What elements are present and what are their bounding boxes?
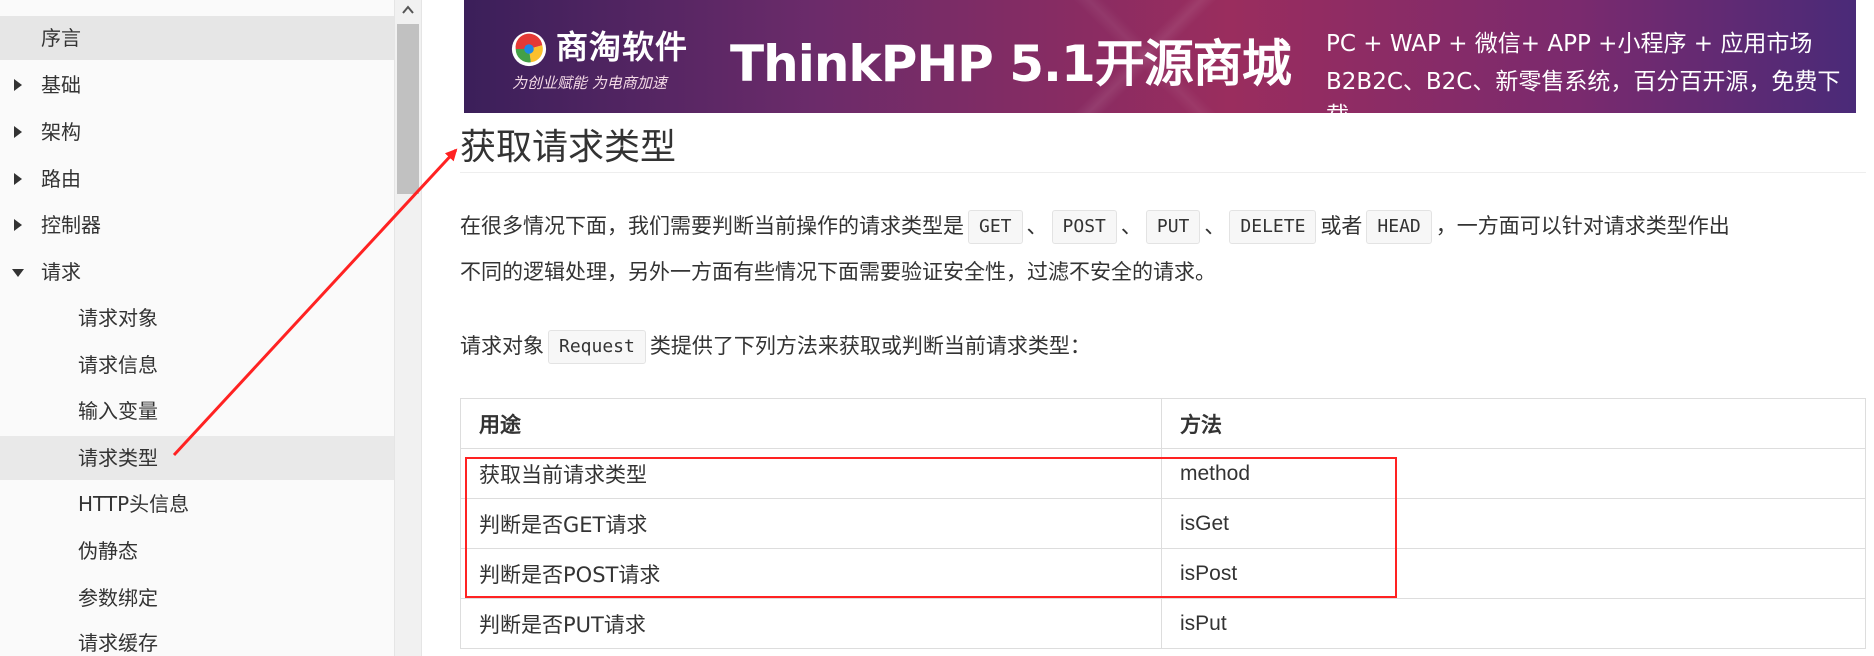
- sidebar-item-http-headers[interactable]: HTTP头信息: [0, 482, 394, 526]
- table-header-method: 方法: [1161, 398, 1866, 449]
- scroll-up-button[interactable]: [395, 0, 421, 22]
- triangle-right-icon[interactable]: [12, 63, 26, 107]
- sidebar-item-preface[interactable]: 序言: [0, 16, 394, 60]
- sidebar-item-label: 输入变量: [78, 399, 158, 423]
- code-get: GET: [968, 210, 1023, 244]
- annotation-highlight-box: [465, 457, 1397, 598]
- sidebar-item-request[interactable]: 请求: [0, 250, 394, 294]
- triangle-right-icon[interactable]: [12, 203, 26, 247]
- title-divider: [460, 172, 1866, 173]
- banner-line-2: B2B2C、B2C、新零售系统，百分百开源，免费下载: [1326, 69, 1841, 113]
- table-cell-method: isPut: [1161, 598, 1866, 649]
- sidebar-item-architecture[interactable]: 架构: [0, 110, 394, 154]
- paragraph-intro-line1: 在很多情况下面，我们需要判断当前操作的请求类型是 GET、 POST、 PUT、 DEL…: [460, 203, 1730, 249]
- text: 、: [1120, 214, 1142, 238]
- sidebar-scrollbar[interactable]: [394, 0, 422, 656]
- sidebar-item-routing[interactable]: 路由: [0, 157, 394, 201]
- sidebar-item-label: 基础: [41, 73, 81, 97]
- page-title: 获取请求类型: [460, 127, 677, 168]
- sidebar-item-label: 参数绑定: [78, 586, 158, 610]
- code-head: HEAD: [1366, 210, 1432, 244]
- paragraph-request-class: 请求对象 Request 类提供了下列方法来获取或判断当前请求类型：: [460, 323, 1091, 369]
- text: 请求对象: [460, 334, 544, 358]
- brand-logo-icon: [511, 31, 547, 67]
- table-row: 判断是否PUT请求 isPut: [460, 598, 1866, 649]
- text: ，一方面可以针对请求类型作出: [1435, 214, 1730, 238]
- table-cell-purpose: 判断是否PUT请求: [460, 598, 1162, 649]
- text: 在很多情况下面，我们需要判断当前操作的请求类型是: [460, 214, 964, 238]
- text: 、: [1026, 214, 1048, 238]
- sidebar-item-request-cache[interactable]: 请求缓存: [0, 621, 394, 656]
- text: 或者: [1320, 214, 1363, 238]
- sidebar-item-label: 伪静态: [78, 539, 138, 563]
- sidebar-item-label: 请求对象: [78, 306, 158, 330]
- sidebar-item-label: 控制器: [41, 213, 101, 237]
- banner-title: ThinkPHP 5.1开源商城: [730, 35, 1292, 93]
- brand-name: 商淘软件: [556, 28, 689, 66]
- sidebar-item-controller[interactable]: 控制器: [0, 203, 394, 247]
- text: 类提供了下列方法来获取或判断当前请求类型：: [649, 334, 1091, 358]
- sidebar-item-label: HTTP头信息: [78, 492, 190, 516]
- sidebar-item-label: 路由: [41, 167, 81, 191]
- sidebar-item-label: 请求: [41, 260, 81, 284]
- sidebar-item-label: 请求信息: [78, 353, 158, 377]
- triangle-right-icon[interactable]: [12, 157, 26, 201]
- sidebar-item-pseudo-static[interactable]: 伪静态: [0, 529, 394, 573]
- sidebar-item-label: 序言: [41, 26, 81, 50]
- scrollbar-thumb[interactable]: [397, 24, 419, 194]
- sidebar-item-label: 架构: [41, 120, 81, 144]
- chevron-up-icon: [402, 5, 414, 14]
- table-header-purpose: 用途: [460, 398, 1162, 449]
- triangle-down-icon[interactable]: [12, 250, 26, 294]
- sidebar-item-request-info[interactable]: 请求信息: [0, 343, 394, 387]
- sidebar-item-input-variables[interactable]: 输入变量: [0, 389, 394, 433]
- ad-banner[interactable]: 商淘软件 为创业赋能 为电商加速 ThinkPHP 5.1开源商城 PC + W…: [464, 0, 1856, 113]
- code-post: POST: [1051, 210, 1117, 244]
- sidebar-item-label: 请求缓存: [78, 631, 158, 655]
- code-delete: DELETE: [1229, 210, 1317, 244]
- sidebar-item-param-binding[interactable]: 参数绑定: [0, 576, 394, 620]
- sidebar: 序言 基础 架构 路由 控制器 请求 请求对象 请求信息 输入变量 请求类型 H…: [0, 0, 394, 656]
- triangle-right-icon[interactable]: [12, 110, 26, 154]
- brand-slogan: 为创业赋能 为电商加速: [512, 74, 667, 92]
- banner-line-1: PC + WAP + 微信+ APP +小程序 + 应用市场: [1326, 31, 1813, 57]
- code-request: Request: [548, 330, 646, 364]
- sidebar-item-basics[interactable]: 基础: [0, 63, 394, 107]
- sidebar-item-label: 请求类型: [78, 446, 158, 470]
- sidebar-item-request-object[interactable]: 请求对象: [0, 296, 394, 340]
- table-header-row: 用途 方法: [460, 398, 1866, 449]
- code-put: PUT: [1145, 210, 1201, 244]
- sidebar-item-request-type[interactable]: 请求类型: [0, 436, 394, 480]
- paragraph-intro-line2: 不同的逻辑处理，另外一方面有些情况下面需要验证安全性，过滤不安全的请求。: [460, 260, 1216, 284]
- text: 、: [1204, 214, 1226, 238]
